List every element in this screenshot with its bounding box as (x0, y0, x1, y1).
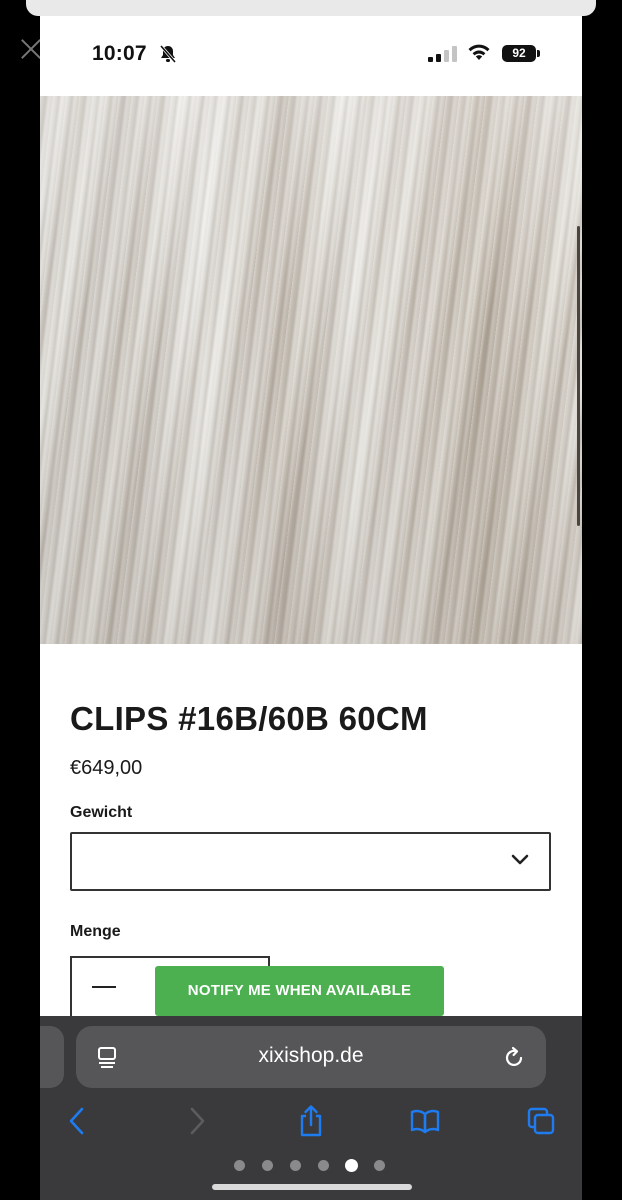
image-shading (40, 96, 582, 644)
previous-tab-edge[interactable] (40, 1026, 64, 1088)
quantity-label: Menge (70, 923, 121, 940)
bookmarks-icon[interactable] (410, 1104, 440, 1138)
notify-when-available-button[interactable]: NOTIFY ME WHEN AVAILABLE (155, 966, 444, 1016)
wifi-icon (468, 44, 490, 60)
quantity-decrement-button[interactable] (92, 986, 116, 988)
product-title: CLIPS #16B/60B 60CM (70, 700, 428, 737)
signal-icon (428, 46, 457, 62)
share-icon[interactable] (296, 1104, 326, 1138)
page-dot[interactable] (234, 1160, 245, 1171)
back-icon[interactable] (62, 1104, 92, 1138)
page-dot[interactable] (290, 1160, 301, 1171)
page-dot[interactable] (262, 1160, 273, 1171)
status-time: 10:07 (92, 42, 147, 65)
top-drag-handle[interactable] (26, 0, 596, 16)
address-bar[interactable]: xixishop.de (76, 1026, 546, 1088)
battery-icon: 92 (502, 45, 536, 62)
browser-toolbar: xixishop.de (40, 1016, 582, 1200)
battery-tip (537, 50, 540, 57)
chevron-down-icon (511, 854, 529, 865)
weight-select[interactable] (70, 832, 551, 891)
status-bar: 10:07 92 (40, 16, 582, 96)
weight-label: Gewicht (70, 804, 133, 821)
phone-screen: 10:07 92 CLIPS #16B/60B 60CM €649,00 Gew… (40, 16, 582, 1200)
toolbar-buttons (40, 1104, 582, 1148)
url-text: xixishop.de (258, 1044, 364, 1067)
product-price: €649,00 (70, 757, 143, 779)
product-image[interactable] (40, 96, 582, 644)
page-dot-active[interactable] (345, 1159, 358, 1172)
tabs-icon[interactable] (526, 1104, 556, 1138)
scroll-indicator (577, 226, 580, 526)
forward-icon[interactable] (182, 1104, 212, 1138)
reload-icon[interactable] (502, 1044, 526, 1070)
page-dot[interactable] (374, 1160, 385, 1171)
page-dot[interactable] (318, 1160, 329, 1171)
bell-slash-icon (159, 45, 177, 63)
home-indicator[interactable] (212, 1184, 412, 1190)
